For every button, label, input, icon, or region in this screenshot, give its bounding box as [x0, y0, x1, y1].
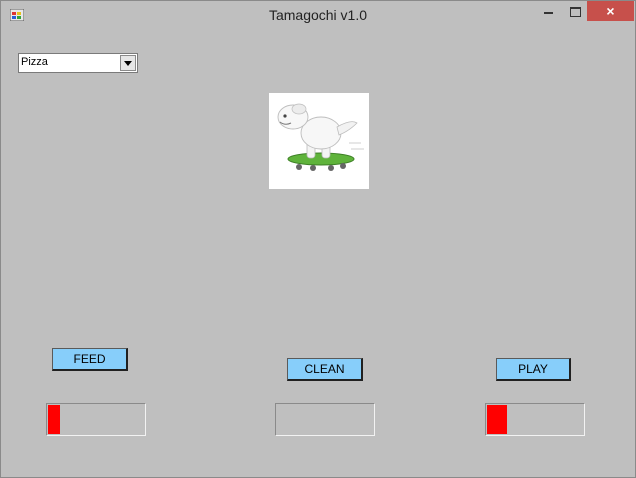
hunger-progress-bar	[46, 403, 146, 436]
clean-button[interactable]: CLEAN	[287, 358, 363, 381]
chevron-down-icon[interactable]	[120, 55, 136, 71]
close-icon: ×	[606, 3, 615, 19]
play-progress-bar	[485, 403, 585, 436]
play-progress-fill	[487, 405, 507, 434]
hunger-progress-fill	[48, 405, 60, 434]
play-button[interactable]: PLAY	[496, 358, 571, 381]
minimize-icon	[544, 12, 553, 14]
title-bar[interactable]: Tamagochi v1.0 ×	[1, 1, 635, 31]
maximize-icon	[570, 7, 581, 17]
app-window: Tamagochi v1.0 × Pizza FEED CLEAN PLAY	[0, 0, 636, 478]
client-area: Pizza FEED CLEAN PLAY	[9, 31, 627, 469]
clean-progress-bar	[275, 403, 375, 436]
feed-button[interactable]: FEED	[52, 348, 128, 371]
dog-on-skateboard-image	[269, 93, 369, 189]
food-select-value: Pizza	[21, 56, 48, 68]
food-select[interactable]: Pizza	[18, 53, 138, 73]
close-button[interactable]: ×	[587, 1, 634, 21]
